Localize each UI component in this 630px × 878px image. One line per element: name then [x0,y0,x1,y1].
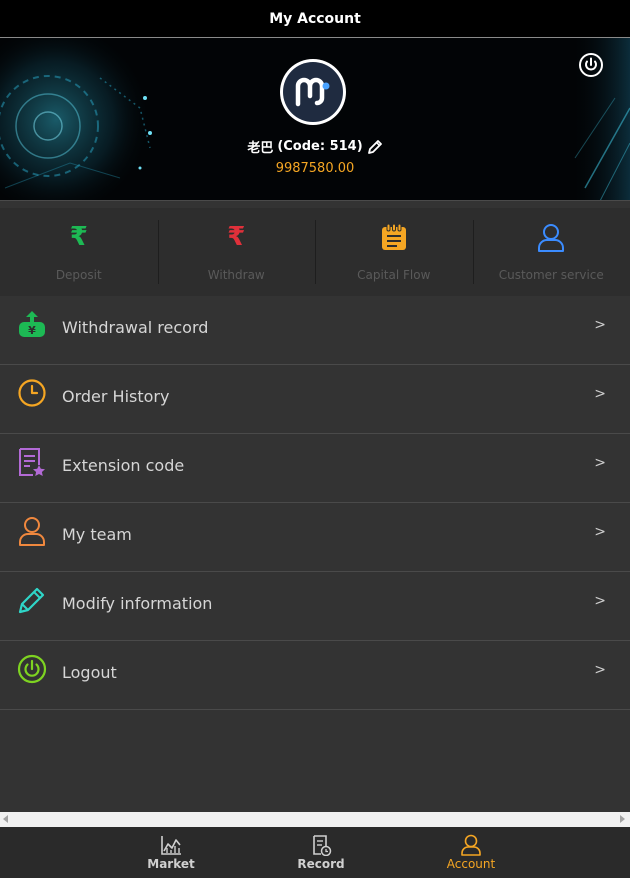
menu-label: Extension code [62,456,185,475]
document-star-icon [19,448,45,476]
capital-flow-button[interactable]: Capital Flow [315,208,473,296]
rupee-icon: ₹ [69,222,88,252]
chart-icon [161,836,181,855]
user-icon [461,834,481,856]
tab-market[interactable]: Market [111,827,231,878]
menu-label: Order History [62,387,170,406]
menu-item-modify-information[interactable]: Modify information > [0,572,630,641]
clock-icon [18,379,46,407]
user-icon [19,517,45,546]
scroll-right-icon[interactable] [620,815,625,823]
brand-logo-icon [295,77,330,107]
customer-service-label: Customer service [498,268,604,282]
power-icon [17,654,47,684]
chevron-right-icon: > [594,662,606,678]
tab-record[interactable]: Record [261,827,381,878]
quick-actions: ₹ Deposit ₹ Withdraw Capital Flow Custom… [0,208,630,296]
pencil-icon [18,587,45,614]
tab-label: Market [147,857,195,871]
menu-item-withdrawal-record[interactable]: ¥ Withdrawal record > [0,296,630,365]
chevron-right-icon: > [594,593,606,609]
top-bar: My Account [0,0,630,38]
tab-label: Record [297,857,345,871]
menu-label: Modify information [62,594,213,613]
app-root: My Account 老巴 (Code: 514) 9987580.00 ₹ D… [0,0,630,878]
edit-pencil-icon[interactable] [367,139,383,155]
menu-item-logout[interactable]: Logout > [0,641,630,710]
menu-item-extension-code[interactable]: Extension code > [0,434,630,503]
menu-item-my-team[interactable]: My team > [0,503,630,572]
withdraw-button[interactable]: ₹ Withdraw [157,208,316,296]
power-icon[interactable] [578,52,604,78]
tech-decoration-left [0,38,160,200]
chevron-right-icon: > [594,317,606,333]
chevron-right-icon: > [594,455,606,471]
profile-banner: 老巴 (Code: 514) 9987580.00 [0,38,630,201]
svg-text:¥: ¥ [28,324,36,337]
user-name: 老巴 [247,141,274,156]
user-icon [538,224,565,252]
bottom-tab-bar: Market Record Account [0,827,630,878]
scroll-left-icon[interactable] [3,815,8,823]
tab-account[interactable]: Account [411,827,531,878]
account-menu: ¥ Withdrawal record > Order History > Ex… [0,296,630,710]
deposit-button[interactable]: ₹ Deposit [0,208,158,296]
capital-flow-label: Capital Flow [357,268,431,282]
menu-label: Logout [62,663,117,682]
user-code: (Code: 514) [277,139,363,154]
withdraw-label: Withdraw [207,268,265,282]
menu-item-order-history[interactable]: Order History > [0,365,630,434]
horizontal-scrollbar[interactable] [0,812,630,827]
avatar-logo [283,62,343,122]
cash-upload-icon: ¥ [19,311,45,337]
notepad-icon [381,223,406,250]
menu-label: My team [62,525,132,544]
receipt-icon [313,835,332,856]
customer-service-button[interactable]: Customer service [472,208,630,296]
rupee-icon: ₹ [227,222,246,252]
avatar [280,59,346,125]
account-balance: 9987580.00 [275,161,355,176]
tab-label: Account [446,857,496,871]
chevron-right-icon: > [594,524,606,540]
chevron-right-icon: > [594,386,606,402]
menu-label: Withdrawal record [62,318,209,337]
page-title: My Account [269,10,361,27]
deposit-label: Deposit [55,268,102,282]
user-info: 老巴 (Code: 514) [0,137,630,156]
